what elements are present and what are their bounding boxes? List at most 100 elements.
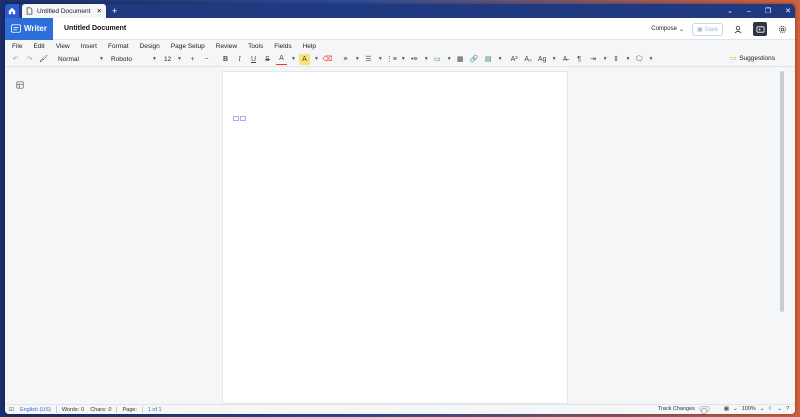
menu-review[interactable]: Review bbox=[216, 43, 237, 50]
menu-page-setup[interactable]: Page Setup bbox=[171, 43, 205, 50]
subscript-button[interactable]: A₂ bbox=[523, 54, 534, 65]
document-page[interactable] bbox=[222, 71, 568, 404]
page-value[interactable]: 1 of 1 bbox=[148, 407, 162, 413]
save-button[interactable]: ▣ Save bbox=[691, 22, 723, 36]
page-layout-icon[interactable]: ▦ bbox=[724, 406, 729, 412]
strikethrough-button[interactable]: S bbox=[262, 54, 273, 65]
home-icon bbox=[8, 7, 16, 15]
writer-brand[interactable]: Writer bbox=[5, 17, 53, 40]
chevron-down-icon[interactable]: ⌄ bbox=[760, 406, 765, 412]
compose-dropdown[interactable]: Compose ⌄ bbox=[651, 26, 684, 33]
minus-icon: − bbox=[204, 55, 209, 63]
collaborate-button[interactable] bbox=[753, 22, 767, 36]
indent-icon: ⇥ bbox=[590, 56, 597, 63]
chevron-down-icon[interactable]: ⌄ bbox=[777, 406, 782, 412]
insert-table-button[interactable]: ▦ bbox=[455, 54, 466, 65]
chevron-down-icon[interactable]: ▼ bbox=[314, 56, 319, 62]
font-select[interactable]: Roboto ▼ bbox=[109, 56, 159, 63]
align-button[interactable]: ☰ bbox=[363, 54, 374, 65]
format-painter-button[interactable]: 🖌 bbox=[38, 54, 49, 65]
new-tab-button[interactable]: + bbox=[112, 6, 117, 16]
save-label: Save bbox=[704, 26, 718, 33]
line-spacing-button[interactable]: ≡ bbox=[340, 54, 351, 65]
document-title[interactable]: Untitled Document bbox=[64, 25, 126, 32]
language-selector[interactable]: English (US) bbox=[20, 407, 51, 413]
chevron-down-icon[interactable]: ▼ bbox=[498, 56, 503, 62]
chevron-down-icon[interactable]: ▼ bbox=[603, 56, 608, 62]
help-icon[interactable]: ? bbox=[786, 406, 789, 412]
chart-icon: ▤ bbox=[484, 56, 492, 63]
close-window-icon[interactable]: ✕ bbox=[785, 7, 791, 15]
menu-view[interactable]: View bbox=[56, 43, 70, 50]
chevron-down-icon[interactable]: ▼ bbox=[447, 56, 452, 62]
chevron-down-icon[interactable]: ▼ bbox=[401, 56, 406, 62]
paragraph-handle[interactable] bbox=[233, 116, 246, 121]
status-bar: ☑ English (US) Words: 0 Chars: 0 Page: 1… bbox=[5, 404, 795, 414]
zoom-value[interactable]: 100% bbox=[742, 406, 756, 412]
dark-mode-icon[interactable]: ☾ bbox=[768, 406, 773, 412]
chevron-down-icon[interactable]: ⌄ bbox=[733, 406, 738, 412]
suggestions-icon: ▭ bbox=[730, 55, 737, 62]
divider bbox=[141, 406, 143, 413]
chevron-down-icon[interactable]: ▼ bbox=[626, 56, 631, 62]
style-select[interactable]: Normal ▼ bbox=[56, 56, 106, 63]
gear-icon bbox=[778, 25, 786, 33]
chevron-down-icon[interactable]: ▼ bbox=[424, 56, 429, 62]
words-label: Words: bbox=[61, 406, 80, 413]
track-changes-label: Track Changes bbox=[657, 406, 695, 412]
spellcheck-icon[interactable]: ☑ bbox=[9, 407, 14, 413]
bullet-list-button[interactable]: •≡ bbox=[409, 54, 420, 65]
clear-format-button[interactable]: ⌫ bbox=[322, 54, 333, 65]
comment-icon: 🗨 bbox=[634, 56, 644, 63]
menu-file[interactable]: File bbox=[12, 43, 22, 50]
chevron-down-icon[interactable]: ▼ bbox=[648, 56, 653, 62]
menu-format[interactable]: Format bbox=[108, 43, 129, 50]
words-value: 0 bbox=[81, 406, 85, 413]
text-effects-button[interactable]: A̶ bbox=[560, 54, 571, 65]
chevron-down-icon[interactable]: ▼ bbox=[552, 56, 557, 62]
insert-link-button[interactable]: 🔗 bbox=[469, 54, 480, 65]
menu-insert[interactable]: Insert bbox=[81, 43, 97, 50]
bold-button[interactable]: B bbox=[220, 54, 231, 65]
change-case-button[interactable]: Ag bbox=[537, 54, 548, 65]
redo-button[interactable]: ↷ bbox=[24, 54, 35, 65]
underline-button[interactable]: U bbox=[248, 54, 259, 65]
close-tab-icon[interactable]: ✕ bbox=[97, 7, 102, 15]
share-user-button[interactable] bbox=[731, 22, 745, 36]
home-button[interactable] bbox=[5, 4, 19, 18]
increase-size-button[interactable]: + bbox=[187, 54, 198, 65]
suggestions-button[interactable]: ▭ Suggestions bbox=[730, 54, 775, 63]
chevron-down-icon[interactable]: ▼ bbox=[378, 56, 383, 62]
font-size-select[interactable]: 12 ▼ bbox=[162, 56, 184, 63]
document-tab[interactable]: Untitled Document ✕ bbox=[22, 4, 106, 18]
vertical-scrollbar[interactable] bbox=[780, 71, 784, 312]
numbered-list-button[interactable]: ⋮≡ bbox=[386, 54, 397, 65]
comment-button[interactable]: 🗨 bbox=[633, 54, 644, 65]
insert-chart-button[interactable]: ▤ bbox=[483, 54, 494, 65]
decrease-size-button[interactable]: − bbox=[201, 54, 212, 65]
side-panel-button[interactable] bbox=[16, 81, 24, 91]
superscript-button[interactable]: A² bbox=[509, 54, 520, 65]
chevron-down-icon[interactable]: ▼ bbox=[355, 56, 360, 62]
menu-tools[interactable]: Tools bbox=[248, 43, 263, 50]
chevron-down-icon[interactable]: ⌄ bbox=[727, 7, 733, 15]
indent-button[interactable]: ⇥ bbox=[588, 54, 599, 65]
menu-help[interactable]: Help bbox=[303, 43, 316, 50]
track-changes-toggle[interactable] bbox=[698, 406, 710, 414]
paragraph-mark-button[interactable]: ¶ bbox=[574, 54, 585, 65]
italic-button[interactable]: I bbox=[234, 54, 245, 65]
font-color-button[interactable]: A bbox=[276, 54, 287, 65]
insert-image-button[interactable]: ▭ bbox=[432, 54, 443, 65]
document-icon bbox=[26, 7, 33, 15]
undo-button[interactable]: ↶ bbox=[10, 54, 21, 65]
settings-button[interactable] bbox=[775, 22, 789, 36]
chevron-down-icon[interactable]: ▼ bbox=[291, 56, 296, 62]
highlight-button[interactable]: A bbox=[298, 53, 310, 65]
restore-icon[interactable]: ❐ bbox=[765, 7, 771, 15]
menu-design[interactable]: Design bbox=[140, 43, 160, 50]
spacing-button[interactable]: ⇕ bbox=[611, 54, 622, 65]
menu-edit[interactable]: Edit bbox=[33, 43, 44, 50]
paint-brush-icon: 🖌 bbox=[39, 56, 48, 63]
menu-fields[interactable]: Fields bbox=[274, 43, 291, 50]
minimize-icon[interactable]: – bbox=[747, 8, 751, 15]
